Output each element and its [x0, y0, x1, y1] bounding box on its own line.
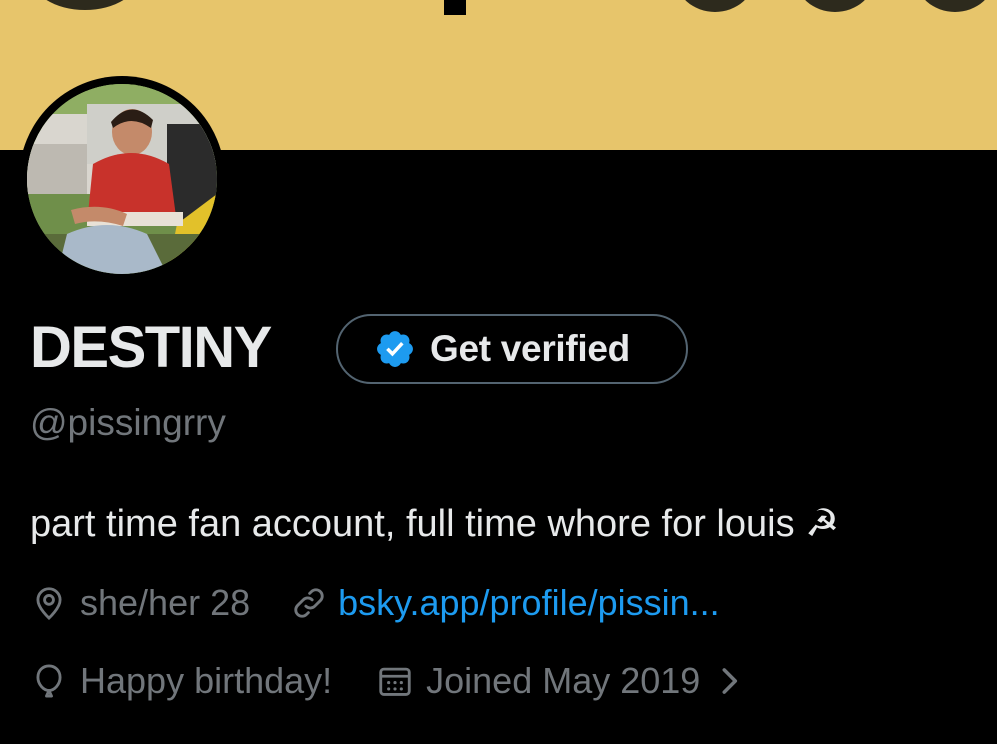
joined-text: Joined May 2019 — [426, 660, 701, 701]
birthday-item: Happy birthday! — [30, 660, 332, 702]
birthday-text: Happy birthday! — [80, 660, 333, 701]
joined-item[interactable]: Joined May 2019 — [376, 660, 742, 702]
banner-shape — [795, 0, 875, 12]
profile-meta-row: she/her 28 bsky.app/profile/pissin... — [30, 578, 720, 628]
verified-badge-icon — [377, 331, 413, 367]
avatar-photo — [27, 84, 217, 274]
profile-bio: part time fan account, full time whore f… — [30, 503, 840, 545]
banner-shape — [444, 0, 466, 15]
chevron-right-icon[interactable] — [716, 662, 742, 700]
get-verified-button[interactable]: Get verified — [336, 314, 688, 384]
website-link[interactable]: bsky.app/profile/pissin... — [338, 582, 720, 624]
banner-shape — [675, 0, 755, 12]
location-pin-icon — [36, 587, 62, 620]
banner-shape — [915, 0, 995, 12]
profile-meta-row: Happy birthday! Joined May 2019 — [30, 656, 742, 706]
website-item[interactable]: bsky.app/profile/pissin... — [290, 582, 720, 624]
avatar-image — [27, 84, 217, 274]
avatar[interactable] — [19, 76, 225, 282]
profile-handle: @pissingrry — [30, 402, 226, 443]
link-icon — [294, 588, 324, 618]
profile-page: DESTINY Get verified @pissingrry part ti… — [0, 0, 997, 744]
banner-shape — [30, 0, 140, 10]
calendar-icon — [379, 667, 411, 696]
location-text: she/her 28 — [80, 582, 251, 623]
display-name: DESTINY — [30, 315, 272, 380]
get-verified-label: Get verified — [430, 328, 630, 369]
balloon-icon — [36, 664, 62, 698]
location-item: she/her 28 — [30, 582, 250, 624]
